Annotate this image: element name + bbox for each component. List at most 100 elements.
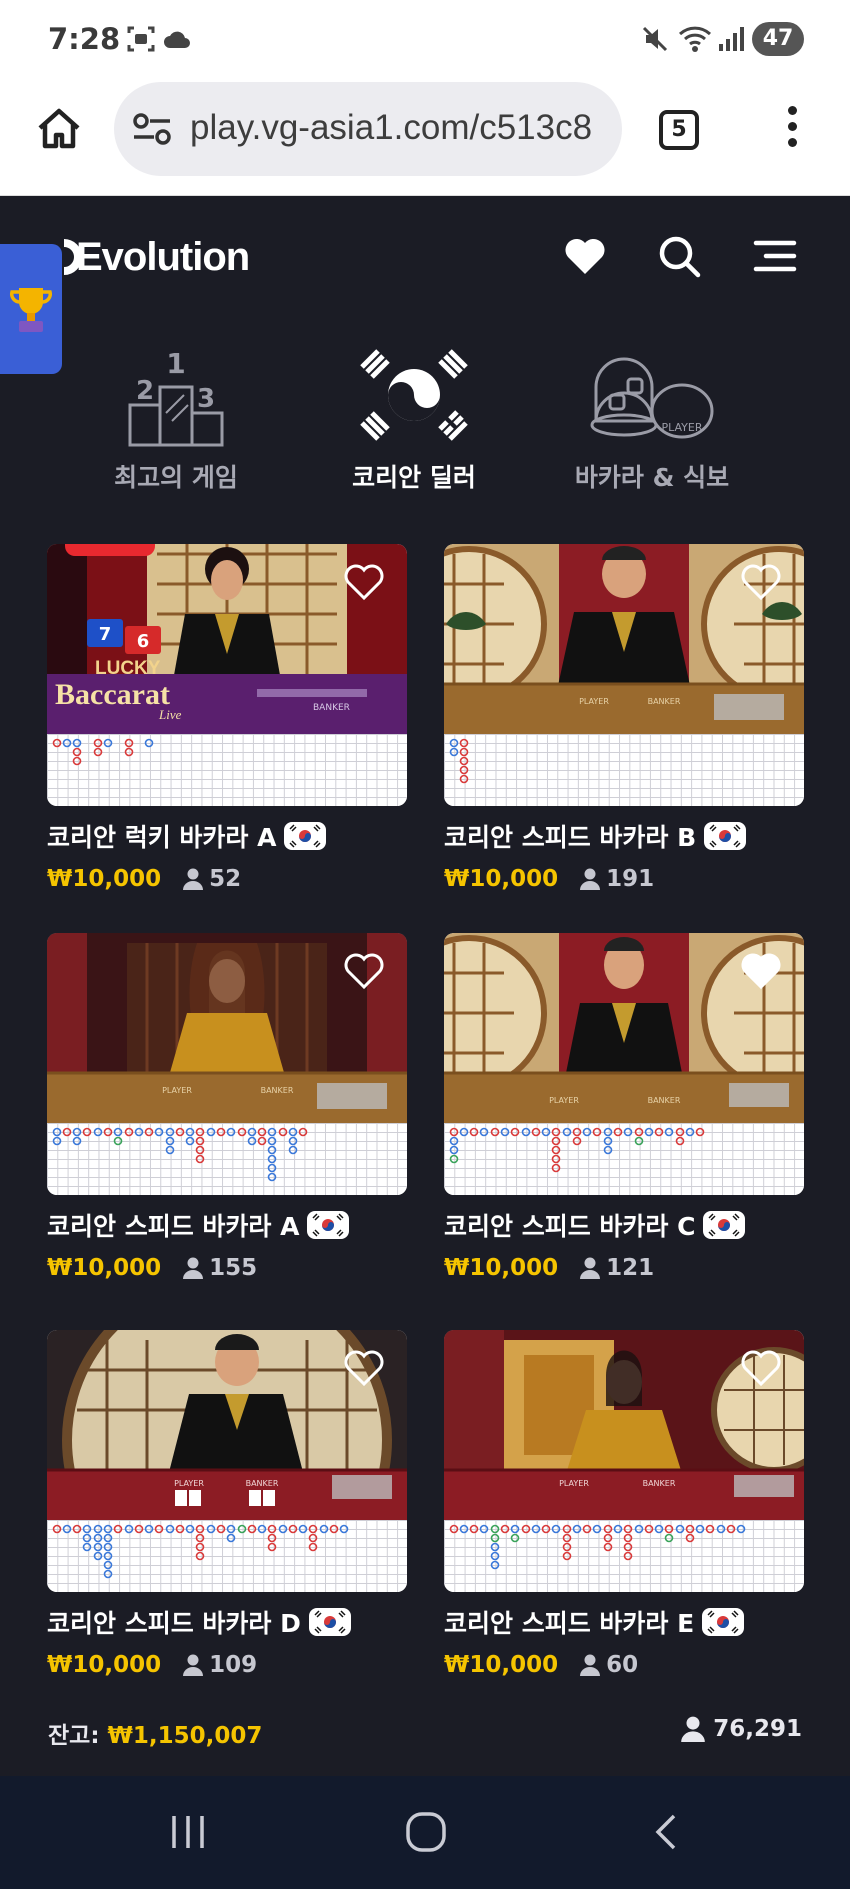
table-name: 코리안 럭키 바카라 A [47, 823, 277, 852]
banker-label: BANKER [648, 697, 681, 706]
table-card[interactable]: PLAYER BANKER 코리안 스피드 바카라 B ₩10,000 191 [444, 544, 804, 894]
min-bet: ₩10,000 [47, 866, 162, 892]
table-card[interactable]: PLAYER BANKER 코리안 스피드 바카라 C ₩10,000 121 [444, 933, 804, 1283]
svg-text:2: 2 [136, 376, 154, 406]
status-bar: 7:28 47 [0, 0, 850, 80]
favorite-heart-icon[interactable] [343, 1348, 385, 1388]
min-bet: ₩10,000 [444, 1652, 559, 1678]
favorite-heart-icon[interactable] [740, 562, 782, 602]
category-bar: 1 2 3 최고의 게임 코리안 딜러 PLAYER 바카라 & 식보 [0, 340, 850, 500]
more-menu-icon[interactable] [780, 106, 804, 154]
player-count-value: 121 [606, 1255, 655, 1281]
banker-label: BANKER [648, 1096, 681, 1105]
korea-flag-icon [702, 1608, 745, 1636]
lucky-label: LUCKY [95, 658, 161, 679]
korea-flag-icon [704, 822, 747, 850]
bead-road [444, 734, 804, 806]
player-label: PLAYER [549, 1096, 579, 1105]
table-name: 코리안 스피드 바카라 E [444, 1609, 695, 1638]
mute-icon [642, 26, 668, 52]
user-icon [580, 868, 601, 890]
table-meta: ₩10,000 155 [47, 1253, 407, 1283]
favorite-heart-icon[interactable] [740, 951, 782, 991]
table-meta: ₩10,000 60 [444, 1650, 804, 1680]
category-korean-dealer[interactable]: 코리안 딜러 [294, 340, 534, 494]
svg-text:3: 3 [197, 384, 215, 414]
home-nav-icon[interactable] [404, 1812, 448, 1852]
player-count-value: 155 [209, 1255, 258, 1281]
app-header: Evolution [0, 197, 850, 317]
category-baccarat-sicbo[interactable]: PLAYER 바카라 & 식보 [532, 340, 772, 494]
favorite-heart-icon[interactable] [343, 562, 385, 602]
player-count-value: 60 [606, 1652, 639, 1678]
min-bet: ₩10,000 [47, 1255, 162, 1281]
total-players: 76,291 [681, 1716, 802, 1742]
favorites-heart-icon[interactable] [562, 233, 608, 279]
table-thumbnail[interactable]: PLAYER BANKER [444, 1330, 804, 1592]
table-name-row: 코리안 스피드 바카라 C [444, 1207, 804, 1243]
table-card[interactable]: PLAYER BANKER 코리안 스피드 바카라 D ₩10,000 109 [47, 1330, 407, 1680]
evolution-logo[interactable]: Evolution [46, 235, 250, 279]
bead-road [444, 1123, 804, 1195]
table-name: 코리안 스피드 바카라 A [47, 1212, 300, 1241]
table-thumbnail[interactable]: PLAYER BANKER [47, 933, 407, 1195]
battery-indicator: 47 [752, 22, 804, 56]
bead-road [47, 1520, 407, 1592]
table-card[interactable]: 7 6 LUCKY Baccarat Live BANKER 코리안 럭키 바카… [47, 544, 407, 894]
baccarat-logo-text: Baccarat [55, 678, 170, 711]
table-meta: ₩10,000 109 [47, 1650, 407, 1680]
table-name: 코리안 스피드 바카라 C [444, 1212, 696, 1241]
favorite-heart-icon[interactable] [343, 951, 385, 991]
balance-label: 잔고: [48, 1723, 100, 1749]
search-icon[interactable] [656, 233, 702, 279]
site-settings-icon[interactable] [132, 112, 172, 146]
favorite-heart-icon[interactable] [740, 1348, 782, 1388]
table-name: 코리안 스피드 바카라 B [444, 823, 697, 852]
table-name-row: 코리안 스피드 바카라 B [444, 818, 804, 854]
tab-switcher-button[interactable]: 5 [659, 110, 699, 150]
recent-apps-icon[interactable] [168, 1812, 208, 1852]
bead-road [444, 1520, 804, 1592]
table-thumbnail[interactable]: PLAYER BANKER [47, 1330, 407, 1592]
menu-icon[interactable] [752, 233, 798, 279]
wifi-icon [678, 26, 712, 52]
player-label: PLAYER [174, 1479, 204, 1488]
balance: 잔고: ₩1,150,007 [48, 1716, 262, 1750]
player-count: 191 [580, 866, 654, 892]
table-card[interactable]: PLAYER BANKER 코리안 스피드 바카라 E ₩10,000 60 [444, 1330, 804, 1680]
roadmap-marks [449, 1127, 705, 1173]
address-bar[interactable]: play.vg-asia1.com/c513c8 [114, 82, 622, 176]
table-thumbnail[interactable]: PLAYER BANKER [444, 544, 804, 806]
player-chip-text: PLAYER [662, 421, 703, 434]
table-name-row: 코리안 스피드 바카라 A [47, 1207, 407, 1243]
live-label: Live [158, 707, 182, 722]
table-card[interactable]: PLAYER BANKER 코리안 스피드 바카라 A ₩10,000 155 [47, 933, 407, 1283]
category-top-games[interactable]: 1 2 3 최고의 게임 [56, 340, 296, 494]
banker-label: BANKER [643, 1479, 676, 1488]
table-name-row: 코리안 럭키 바카라 A [47, 818, 407, 854]
back-icon[interactable] [650, 1812, 680, 1852]
player-count-value: 191 [606, 866, 655, 892]
user-icon [183, 1654, 204, 1676]
table-thumbnail[interactable]: 7 6 LUCKY Baccarat Live BANKER [47, 544, 407, 806]
home-icon[interactable] [34, 104, 84, 154]
bead-road [47, 1123, 407, 1195]
user-icon [183, 868, 204, 890]
min-bet: ₩10,000 [47, 1652, 162, 1678]
system-navigation-bar [0, 1776, 850, 1889]
roadmap-marks [449, 738, 469, 784]
card-value: 7 [99, 624, 112, 645]
url-text: play.vg-asia1.com/c513c8 [190, 108, 593, 147]
table-meta: ₩10,000 52 [47, 864, 407, 894]
player-label: PLAYER [162, 1086, 192, 1095]
status-time: 7:28 [48, 22, 121, 56]
player-count: 52 [183, 866, 241, 892]
lobby-footer: 잔고: ₩1,150,007 76,291 [0, 1702, 850, 1774]
signal-icon [719, 27, 744, 51]
min-bet: ₩10,000 [444, 866, 559, 892]
tournament-tab[interactable] [0, 244, 62, 374]
table-thumbnail[interactable]: PLAYER BANKER [444, 933, 804, 1195]
roadmap-marks [449, 1524, 746, 1570]
table-name-row: 코리안 스피드 바카라 E [444, 1604, 804, 1640]
korea-flag-icon [703, 1211, 746, 1239]
